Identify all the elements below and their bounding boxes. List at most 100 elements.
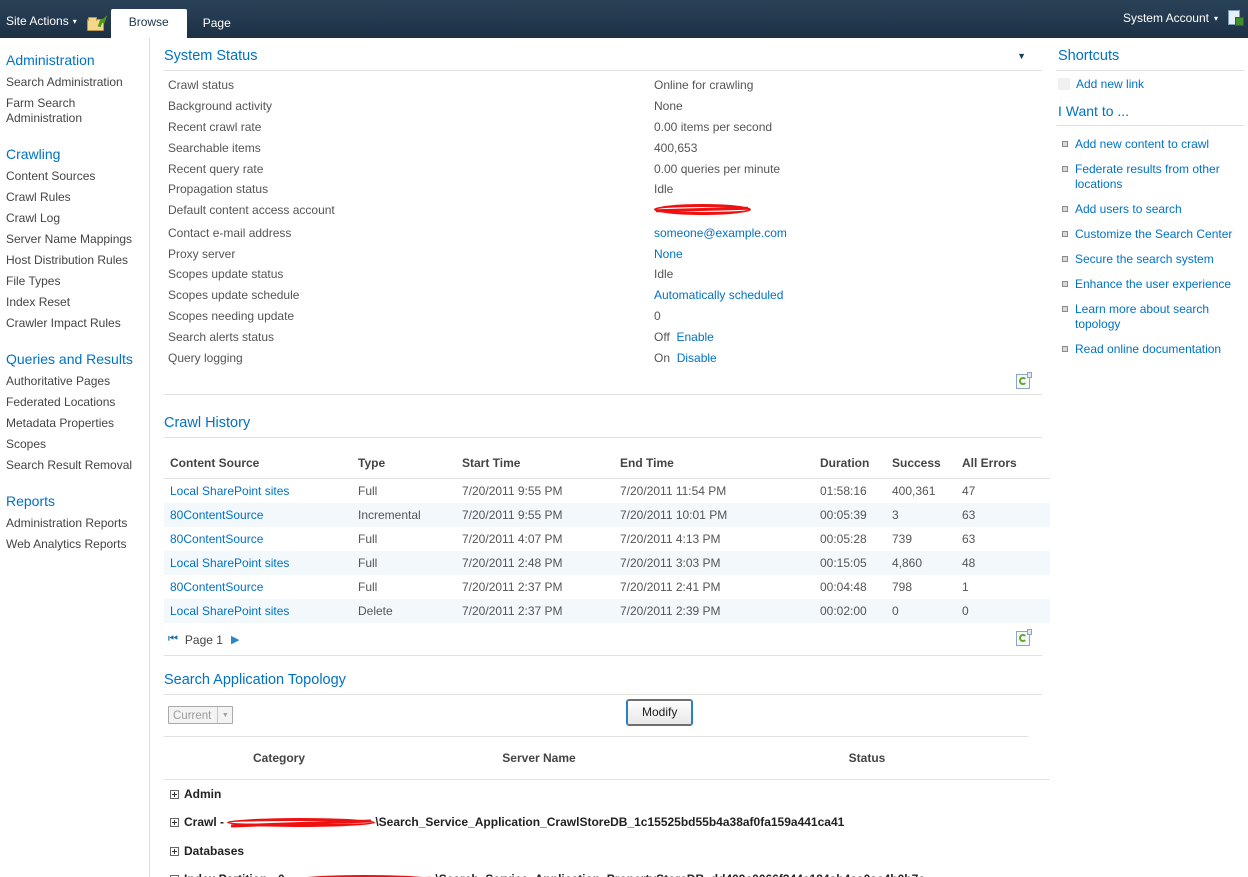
- status-label: Propagation status: [168, 182, 269, 197]
- user-account-menu[interactable]: System Account ▾: [1123, 11, 1218, 25]
- table-row: 80ContentSource Full 7/20/2011 2:37 PM 7…: [164, 575, 1050, 599]
- cell-all-errors: 47: [962, 483, 976, 498]
- want-to-label: Add new content to crawl: [1075, 137, 1210, 151]
- status-row-search-alerts-status: Search alerts status Off Enable: [164, 326, 1050, 347]
- sidebar-item-search-administration[interactable]: Search Administration: [0, 72, 149, 93]
- status-value-redacted: [650, 200, 1050, 223]
- want-to-label: Enhance the user experience: [1075, 277, 1232, 291]
- content-source-link[interactable]: Local SharePoint sites: [170, 556, 289, 570]
- system-status-title[interactable]: System Status: [164, 48, 257, 64]
- sidebar-item-crawler-impact-rules[interactable]: Crawler Impact Rules: [0, 313, 149, 334]
- add-new-link-button[interactable]: Add new link: [1056, 71, 1244, 97]
- sidebar-item-crawl-rules[interactable]: Crawl Rules: [0, 187, 149, 208]
- topology-row-label: Databases: [184, 843, 245, 858]
- corner-fold-shape: [1027, 628, 1032, 635]
- page-actions-icon[interactable]: [1228, 10, 1244, 26]
- sidebar-item-search-result-removal[interactable]: Search Result Removal: [0, 455, 149, 476]
- col-server-name: Server Name: [394, 736, 684, 780]
- crawl-history-title[interactable]: Crawl History: [164, 415, 250, 431]
- topology-title[interactable]: Search Application Topology: [164, 672, 346, 688]
- cell-all-errors: 0: [962, 603, 969, 618]
- content-source-link[interactable]: Local SharePoint sites: [170, 604, 289, 618]
- want-to-label: Secure the search system: [1075, 252, 1214, 266]
- chevron-down-icon: ▾: [1213, 14, 1218, 24]
- content-source-link[interactable]: 80ContentSource: [170, 580, 263, 594]
- scopes-schedule-link[interactable]: Automatically scheduled: [654, 288, 783, 302]
- nav-group-queries-and-results[interactable]: Queries and Results: [0, 347, 149, 371]
- bullet-icon: [1062, 141, 1068, 147]
- topology-table: Category Server Name Status Admin Crawl …: [164, 736, 1050, 877]
- expand-icon[interactable]: [170, 847, 179, 857]
- enable-alerts-link[interactable]: Enable: [676, 330, 713, 344]
- cell-duration: 01:58:16: [820, 483, 867, 498]
- refresh-icon[interactable]: [1016, 371, 1032, 389]
- sidebar-item-content-sources[interactable]: Content Sources: [0, 166, 149, 187]
- status-value: On Disable: [650, 347, 1050, 368]
- nav-group-reports[interactable]: Reports: [0, 489, 149, 513]
- list-item[interactable]: Federate results from other locations: [1056, 157, 1244, 197]
- status-label: Recent query rate: [168, 161, 264, 176]
- next-page-icon[interactable]: ▶: [231, 633, 239, 646]
- content-source-link[interactable]: 80ContentSource: [170, 508, 263, 522]
- list-item[interactable]: Add new content to crawl: [1056, 132, 1244, 157]
- content-source-link[interactable]: Local SharePoint sites: [170, 484, 289, 498]
- cell-end-time: 7/20/2011 4:13 PM: [620, 531, 721, 546]
- nav-group-crawling[interactable]: Crawling: [0, 142, 149, 166]
- sidebar-item-farm-search-administration[interactable]: Farm Search Administration: [0, 93, 149, 129]
- tab-page[interactable]: Page: [187, 10, 247, 38]
- redaction-mark: [295, 873, 436, 877]
- expand-icon[interactable]: [170, 790, 179, 800]
- list-item[interactable]: Customize the Search Center: [1056, 222, 1244, 247]
- sidebar-item-crawl-log[interactable]: Crawl Log: [0, 208, 149, 229]
- arrow-circle-shape: [1019, 376, 1027, 385]
- nav-group-administration[interactable]: Administration: [0, 48, 149, 72]
- sidebar-item-authoritative-pages[interactable]: Authoritative Pages: [0, 371, 149, 392]
- cell-success: 4,860: [892, 555, 923, 570]
- cell-type: Full: [358, 579, 378, 594]
- col-success: Success: [886, 447, 956, 479]
- sidebar-item-scopes[interactable]: Scopes: [0, 434, 149, 455]
- navigate-up-icon[interactable]: [86, 13, 108, 31]
- list-item[interactable]: Read online documentation: [1056, 337, 1244, 362]
- cell-content-source: 80ContentSource: [164, 575, 352, 599]
- cell-all-errors: 1: [962, 579, 969, 594]
- status-label: Scopes update schedule: [168, 288, 300, 303]
- modify-button[interactable]: Modify: [625, 698, 694, 726]
- cell-end-time: 7/20/2011 3:03 PM: [620, 555, 721, 570]
- sidebar-item-server-name-mappings[interactable]: Server Name Mappings: [0, 229, 149, 250]
- sidebar-item-metadata-properties[interactable]: Metadata Properties: [0, 413, 149, 434]
- bullet-icon: [1062, 346, 1068, 352]
- status-row-searchable-items: Searchable items 400,653: [164, 137, 1050, 158]
- first-page-icon[interactable]: ⏮: [168, 633, 178, 646]
- sidebar-item-federated-locations[interactable]: Federated Locations: [0, 392, 149, 413]
- refresh-icon[interactable]: [1016, 628, 1032, 646]
- cell-start-time: 7/20/2011 2:48 PM: [462, 555, 563, 570]
- list-item[interactable]: Add users to search: [1056, 197, 1244, 222]
- site-actions-menu[interactable]: Site Actions ▾: [0, 14, 85, 38]
- status-row-scopes-update-schedule: Scopes update schedule Automatically sch…: [164, 285, 1050, 306]
- table-header-row: Category Server Name Status: [164, 736, 1050, 780]
- list-item[interactable]: Enhance the user experience: [1056, 272, 1244, 297]
- content-source-link[interactable]: 80ContentSource: [170, 532, 263, 546]
- status-row-query-logging: Query logging On Disable: [164, 347, 1050, 368]
- status-value: None: [650, 243, 1050, 264]
- list-item[interactable]: Secure the search system: [1056, 247, 1244, 272]
- proxy-server-link[interactable]: None: [654, 247, 683, 261]
- contact-email-link[interactable]: someone@example.com: [654, 226, 787, 240]
- sidebar-item-host-distribution-rules[interactable]: Host Distribution Rules: [0, 250, 149, 271]
- sidebar-item-index-reset[interactable]: Index Reset: [0, 292, 149, 313]
- chevron-down-icon: ▼: [217, 707, 232, 724]
- tab-browse[interactable]: Browse: [110, 9, 187, 38]
- list-item[interactable]: Learn more about search topology: [1056, 297, 1244, 337]
- sidebar-item-administration-reports[interactable]: Administration Reports: [0, 513, 149, 534]
- expand-icon[interactable]: [170, 818, 179, 828]
- topology-view-select[interactable]: Current ▼: [168, 706, 234, 725]
- crawl-history-table: Content Source Type Start Time End Time …: [164, 447, 1050, 623]
- disable-query-logging-link[interactable]: Disable: [677, 351, 717, 365]
- sidebar-item-file-types[interactable]: File Types: [0, 271, 149, 292]
- sidebar-item-web-analytics-reports[interactable]: Web Analytics Reports: [0, 534, 149, 555]
- chevron-down-icon[interactable]: ▼: [1017, 51, 1026, 61]
